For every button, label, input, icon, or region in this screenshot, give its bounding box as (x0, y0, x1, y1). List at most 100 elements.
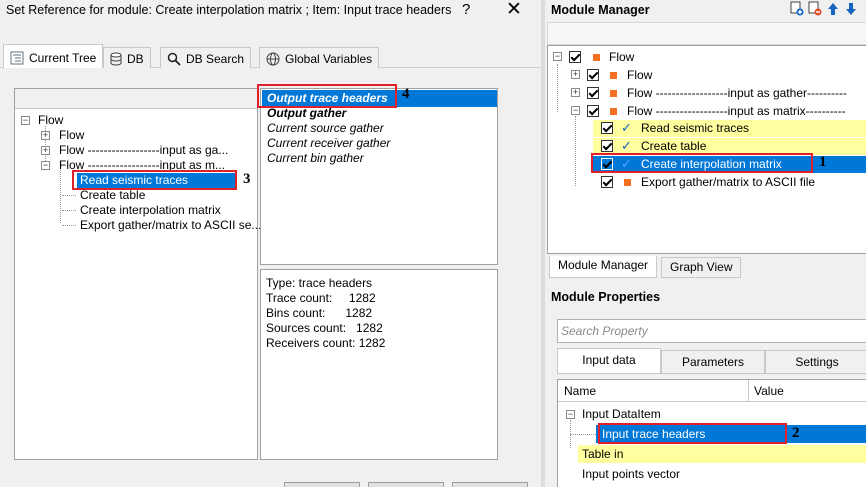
expand-expander[interactable]: + (41, 131, 50, 140)
expand-expander[interactable]: + (571, 88, 580, 97)
tab-db[interactable]: DB (103, 47, 151, 68)
tree-guide (62, 225, 76, 226)
item-current-bin-gather[interactable]: Current bin gather (267, 151, 364, 166)
tree-icon (10, 51, 24, 64)
tree-node-create-table[interactable]: Create table (80, 188, 145, 203)
mm-module-read-seismic-traces[interactable]: Read seismic traces (641, 121, 749, 136)
collapse-expander[interactable]: − (41, 161, 50, 170)
collapse-expander[interactable]: − (553, 52, 562, 61)
tab-current-tree[interactable]: Current Tree (3, 44, 104, 68)
module-checkbox[interactable] (601, 140, 613, 152)
item-info-panel: Type: trace headers Trace count: 1282 Bi… (260, 269, 498, 460)
tree-guide (557, 64, 558, 112)
current-tree-panel: − Flow + Flow + Flow ------------------i… (14, 88, 261, 460)
tab-label: Current Tree (29, 50, 97, 65)
tree-node-flow-gather[interactable]: Flow ------------------input as ga... (59, 143, 228, 158)
flow-checkbox[interactable] (587, 87, 599, 99)
column-value-header[interactable]: Value (754, 384, 784, 398)
mm-module-create-table[interactable]: Create table (641, 139, 706, 154)
prop-input-dataitem[interactable]: Input DataItem (582, 407, 661, 422)
mm-node-flow-matrix[interactable]: Flow ------------------input as matrix--… (627, 104, 846, 119)
prop-input-points-vector[interactable]: Input points vector (582, 467, 680, 482)
move-up-icon[interactable] (826, 1, 840, 17)
flow-icon (610, 108, 617, 115)
tree-node-export-gather[interactable]: Export gather/matrix to ASCII se... (80, 218, 261, 233)
annotation-number-3: 3 (243, 171, 251, 187)
tab-label: Global Variables (285, 52, 373, 66)
tree-node-flow-root[interactable]: Flow (38, 113, 63, 128)
tree-guide (575, 116, 576, 186)
flow-checkbox[interactable] (587, 69, 599, 81)
column-divider (748, 380, 749, 402)
module-checkbox[interactable] (601, 122, 613, 134)
column-name-header[interactable]: Name (564, 384, 596, 398)
dialog-title: Set Reference for module: Create interpo… (6, 3, 452, 17)
collapse-expander[interactable]: − (566, 410, 575, 419)
flow-checkbox[interactable] (587, 105, 599, 117)
module-manager-title: Module Manager (551, 3, 650, 17)
add-module-icon[interactable] (790, 1, 804, 17)
tab-settings[interactable]: Settings (765, 350, 866, 374)
tab-parameters[interactable]: Parameters (661, 350, 765, 374)
module-manager-tree: − Flow + Flow + Flow ------------------i… (547, 45, 866, 254)
tree-guide (62, 195, 76, 196)
set-reference-dialog: Set Reference for module: Create interpo… (0, 0, 541, 487)
info-receivers-count: Receivers count: 1282 (266, 336, 386, 350)
mm-node-flow-gather[interactable]: Flow ------------------input as gather--… (627, 86, 847, 101)
right-pane: Module Manager − Flow + Flow + Flow ----… (541, 0, 866, 487)
close-button[interactable]: ✕ (506, 0, 522, 22)
tab-label: DB (127, 52, 144, 66)
ok-button[interactable] (284, 482, 360, 487)
prop-table-in[interactable]: Table in (582, 447, 623, 462)
annotation-box-2 (598, 423, 787, 444)
expand-expander[interactable]: + (41, 146, 50, 155)
tree-node-create-interpolation-matrix[interactable]: Create interpolation matrix (80, 203, 221, 218)
tree-header (15, 89, 257, 109)
tab-db-search[interactable]: DB Search (160, 47, 252, 68)
item-output-gather[interactable]: Output gather (267, 106, 346, 121)
annotation-number-2: 2 (792, 425, 800, 441)
annotation-box-1 (591, 153, 813, 173)
tree-guide (60, 170, 61, 223)
tab-label: DB Search (186, 52, 245, 66)
item-current-receiver-gather[interactable]: Current receiver gather (267, 136, 390, 151)
flow-icon (610, 90, 617, 97)
tab-input-data[interactable]: Input data (557, 348, 661, 374)
item-current-source-gather[interactable]: Current source gather (267, 121, 384, 136)
apply-button[interactable] (452, 482, 528, 487)
info-sources-count: Sources count: 1282 (266, 321, 383, 335)
remove-module-icon[interactable] (808, 1, 822, 17)
info-type: Type: trace headers (266, 276, 373, 290)
info-trace-count: Trace count: 1282 (266, 291, 376, 305)
collapse-expander[interactable]: − (571, 106, 580, 115)
mm-node-flow-root[interactable]: Flow (609, 50, 634, 65)
annotation-box-3 (72, 170, 237, 190)
tab-global-variables[interactable]: Global Variables (259, 47, 380, 68)
enabled-check-icon: ✓ (621, 138, 632, 153)
tree-guide (570, 434, 596, 435)
flow-root-checkbox[interactable] (569, 51, 581, 63)
expand-expander[interactable]: + (571, 70, 580, 79)
annotation-number-1: 1 (819, 154, 827, 170)
mm-module-export-gather[interactable]: Export gather/matrix to ASCII file (641, 175, 815, 190)
flow-icon (593, 54, 600, 61)
globe-icon (266, 52, 280, 66)
move-down-icon[interactable] (844, 1, 858, 17)
mm-node-flow[interactable]: Flow (627, 68, 652, 83)
info-bins-count: Bins count: 1282 (266, 306, 373, 320)
cancel-button[interactable] (368, 482, 444, 487)
module-checkbox[interactable] (601, 176, 613, 188)
enabled-check-icon: ✓ (621, 120, 632, 135)
tab-graph-view[interactable]: Graph View (661, 257, 742, 278)
flow-icon (610, 72, 617, 79)
module-properties-title: Module Properties (551, 290, 661, 304)
help-button[interactable]: ? (462, 1, 470, 18)
annotation-box-4 (257, 84, 397, 108)
tree-node-flow[interactable]: Flow (59, 128, 84, 143)
search-property-input[interactable]: Search Property (557, 319, 866, 343)
annotation-number-4: 4 (402, 86, 410, 102)
tree-guide (62, 210, 76, 211)
module-icon (624, 179, 631, 186)
collapse-expander[interactable]: − (21, 116, 30, 125)
tab-module-manager[interactable]: Module Manager (549, 256, 658, 278)
